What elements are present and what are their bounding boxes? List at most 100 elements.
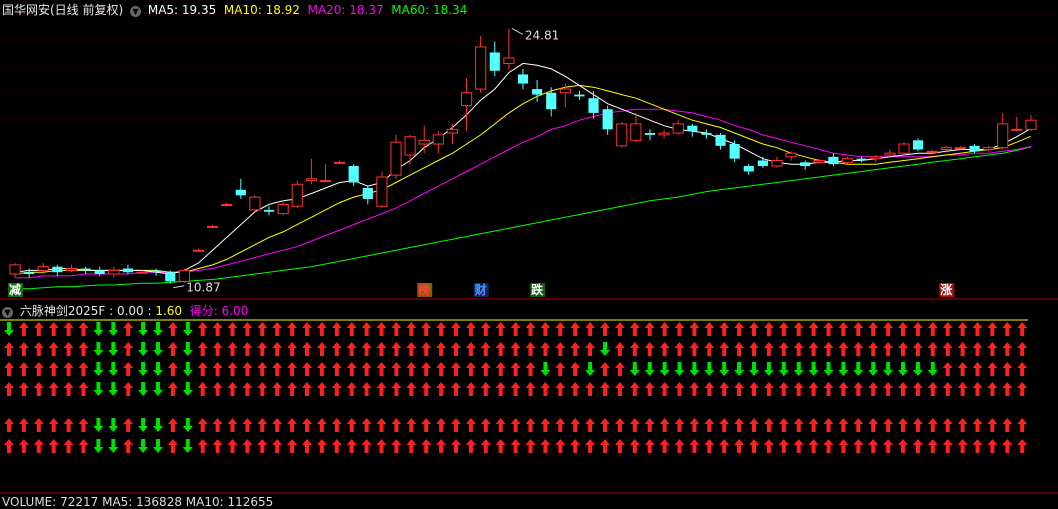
arrow-up-icon xyxy=(912,382,923,396)
arrow-up-icon xyxy=(316,342,327,356)
arrow-up-icon xyxy=(197,418,208,432)
arrow-up-icon xyxy=(123,439,134,453)
arrow-up-icon xyxy=(451,322,461,336)
arrow-down-icon xyxy=(138,322,149,336)
arrow-up-icon xyxy=(436,342,447,356)
arrow-up-icon xyxy=(570,342,581,356)
arrow-up-icon xyxy=(749,418,759,432)
arrow-up-icon xyxy=(689,322,700,336)
arrow-up-icon xyxy=(689,342,700,356)
arrow-down-icon xyxy=(778,362,789,376)
arrow-up-icon xyxy=(212,439,223,453)
arrow-up-icon xyxy=(674,382,685,396)
candle-body xyxy=(602,109,613,130)
arrow-up-icon xyxy=(763,418,774,432)
arrow-up-icon xyxy=(376,362,387,376)
arrow-up-icon xyxy=(316,439,327,453)
arrow-up-icon xyxy=(972,382,983,396)
indicator-value-1: 0.00 xyxy=(116,304,144,318)
arrow-up-icon xyxy=(883,322,894,336)
arrow-up-icon xyxy=(167,418,178,432)
arrow-up-icon xyxy=(823,382,834,396)
candle-body xyxy=(969,145,980,152)
candle-body xyxy=(475,46,487,90)
arrow-up-icon xyxy=(406,362,417,376)
arrow-up-icon xyxy=(1002,362,1013,376)
indicator-value-2: 1.60 xyxy=(155,304,183,318)
arrow-down-icon xyxy=(93,362,104,376)
arrow-up-icon xyxy=(242,382,253,396)
arrow-up-icon xyxy=(48,342,59,356)
chart-header: 国华网安(日线 前复权) ▼ MA5: 19.35 MA10: 18.92 MA… xyxy=(2,1,467,18)
indicator-name[interactable]: 六脉神剑2025F xyxy=(20,304,105,318)
candle-body xyxy=(235,189,246,196)
volume-header: VOLUME: 72217 MA5: 136828 MA10: 112655 xyxy=(2,495,273,509)
chevron-down-icon[interactable]: ▼ xyxy=(130,6,142,17)
arrow-up-icon xyxy=(227,418,238,432)
arrow-up-icon xyxy=(302,322,312,336)
arrow-down-icon xyxy=(93,439,104,453)
arrow-up-icon xyxy=(451,439,461,453)
arrow-up-icon xyxy=(585,342,596,356)
arrow-up-icon xyxy=(331,439,342,453)
arrow-up-icon xyxy=(600,362,610,376)
arrow-up-icon xyxy=(376,439,387,453)
arrow-up-icon xyxy=(614,342,625,356)
signal-tag: 榜 xyxy=(418,282,430,297)
candle-body xyxy=(559,88,571,94)
candle-body xyxy=(390,141,402,176)
arrow-up-icon xyxy=(525,439,536,453)
arrow-up-icon xyxy=(808,439,819,453)
arrow-up-icon xyxy=(838,382,849,396)
arrow-up-icon xyxy=(287,439,298,453)
arrow-up-icon xyxy=(78,418,89,432)
arrow-up-icon xyxy=(361,342,372,356)
arrow-up-icon xyxy=(808,322,819,336)
arrow-up-icon xyxy=(629,322,640,336)
arrow-up-icon xyxy=(331,418,342,432)
ma5-line xyxy=(15,62,1032,275)
arrow-up-icon xyxy=(361,362,372,376)
ma60-line xyxy=(15,146,1032,290)
arrow-down-icon xyxy=(138,362,149,376)
arrow-up-icon xyxy=(63,322,74,336)
arrow-up-icon xyxy=(391,439,402,453)
arrow-up-icon xyxy=(242,342,253,356)
arrow-up-icon xyxy=(614,439,625,453)
stock-title[interactable]: 国华网安(日线 前复权) xyxy=(2,3,123,17)
candle-body xyxy=(136,271,148,274)
arrow-up-icon xyxy=(793,322,804,336)
arrow-up-icon xyxy=(391,362,402,376)
arrow-up-icon xyxy=(167,382,178,396)
arrow-up-icon xyxy=(629,342,640,356)
signal-tag: 涨 xyxy=(940,282,952,297)
arrow-up-icon xyxy=(78,322,89,336)
arrow-up-icon xyxy=(287,418,298,432)
arrow-up-icon xyxy=(1017,362,1028,376)
arrow-up-icon xyxy=(480,418,491,432)
arrow-up-icon xyxy=(912,322,923,336)
arrow-up-icon xyxy=(1002,342,1013,356)
arrow-up-icon xyxy=(838,439,849,453)
arrow-up-icon xyxy=(719,382,730,396)
candle-body xyxy=(954,147,966,150)
arrow-up-icon xyxy=(614,322,625,336)
arrow-up-icon xyxy=(361,439,372,453)
arrow-down-icon xyxy=(182,322,193,336)
chevron-down-icon[interactable]: ▼ xyxy=(2,307,13,318)
candle-body xyxy=(165,272,176,282)
arrow-down-icon xyxy=(182,418,193,432)
arrow-up-icon xyxy=(33,382,44,396)
arrow-up-icon xyxy=(48,382,59,396)
arrow-up-icon xyxy=(33,418,44,432)
arrow-up-icon xyxy=(674,418,685,432)
arrow-down-icon xyxy=(540,362,551,376)
arrow-up-icon xyxy=(525,322,536,336)
arrow-up-icon xyxy=(406,439,417,453)
arrow-up-icon xyxy=(272,342,283,356)
arrow-up-icon xyxy=(659,342,670,356)
arrow-up-icon xyxy=(4,439,14,453)
arrow-up-icon xyxy=(883,439,894,453)
arrow-down-icon xyxy=(108,382,119,396)
arrow-up-icon xyxy=(316,362,327,376)
